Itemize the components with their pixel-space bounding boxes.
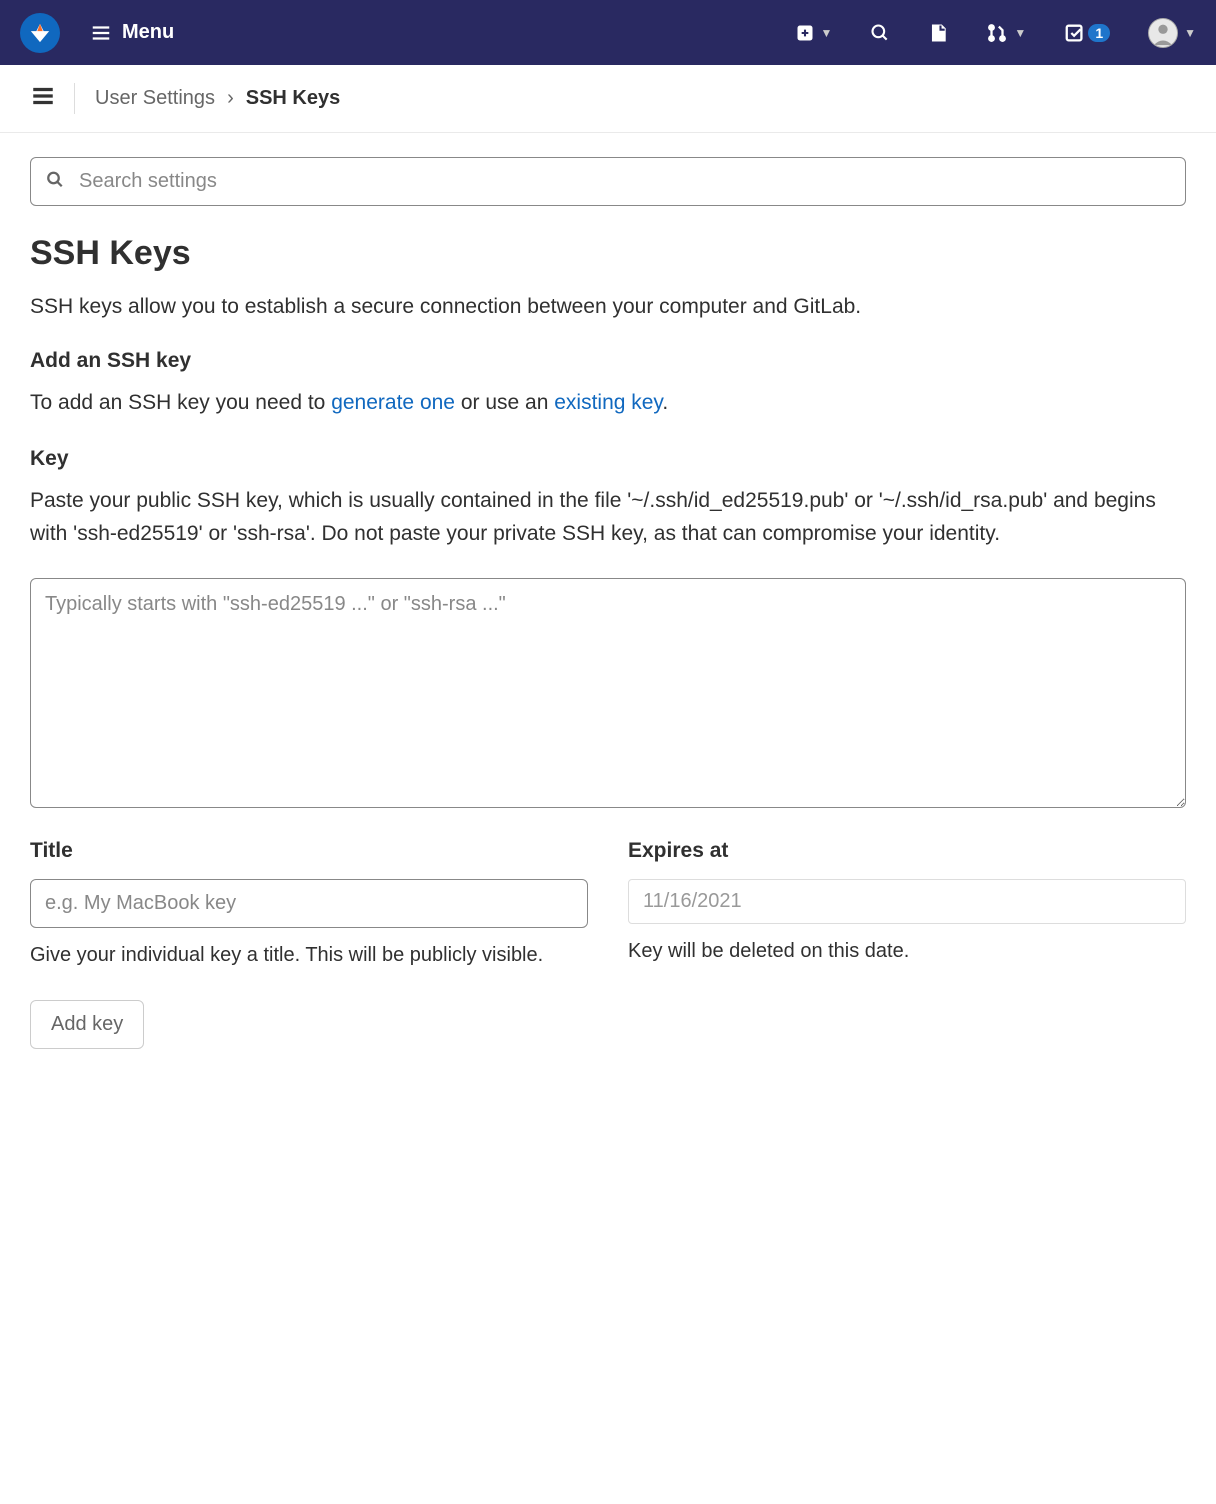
chevron-down-icon: ▼ (1014, 26, 1026, 40)
issues-link[interactable] (928, 22, 948, 44)
search-settings-container (30, 157, 1186, 206)
expires-input[interactable] (628, 879, 1186, 924)
add-key-button[interactable]: Add key (30, 1000, 144, 1049)
search-icon (46, 170, 64, 193)
chevron-down-icon: ▼ (821, 26, 833, 40)
title-input[interactable] (30, 879, 588, 928)
user-avatar (1148, 18, 1178, 48)
breadcrumb-parent[interactable]: User Settings (95, 87, 215, 110)
merge-requests-dropdown[interactable]: ▼ (986, 22, 1026, 44)
page-title: SSH Keys (30, 234, 1186, 273)
expires-label: Expires at (628, 839, 1186, 863)
title-label: Title (30, 839, 588, 863)
main-content: SSH Keys SSH keys allow you to establish… (0, 133, 1216, 1073)
generate-one-link[interactable]: generate one (331, 391, 455, 414)
existing-key-link[interactable]: existing key (554, 391, 662, 414)
menu-label: Menu (122, 21, 174, 44)
chevron-down-icon: ▼ (1184, 26, 1196, 40)
todo-icon (1064, 22, 1086, 44)
todos-link[interactable]: 1 (1064, 22, 1110, 44)
search-button[interactable] (870, 23, 890, 43)
expires-field-group: Expires at Key will be deleted on this d… (628, 839, 1186, 970)
subheader: User Settings › SSH Keys (0, 65, 1216, 133)
breadcrumb-current: SSH Keys (246, 87, 341, 110)
avatar-icon (1149, 18, 1177, 48)
breadcrumb: User Settings › SSH Keys (95, 87, 340, 110)
merge-request-icon (986, 22, 1008, 44)
key-heading: Key (30, 447, 1186, 471)
title-help: Give your individual key a title. This w… (30, 940, 588, 970)
page-description: SSH keys allow you to establish a secure… (30, 291, 1186, 323)
search-settings-input[interactable] (30, 157, 1186, 206)
gitlab-logo[interactable] (20, 13, 60, 53)
breadcrumb-separator: › (227, 87, 234, 110)
hamburger-icon (30, 83, 56, 109)
top-navbar: Menu ▼ ▼ 1 ▼ (0, 0, 1216, 65)
expires-help: Key will be deleted on this date. (628, 936, 1186, 966)
search-icon (870, 23, 890, 43)
create-new-dropdown[interactable]: ▼ (795, 23, 833, 43)
key-textarea[interactable] (30, 578, 1186, 808)
key-description: Paste your public SSH key, which is usua… (30, 485, 1186, 550)
user-menu-dropdown[interactable]: ▼ (1148, 18, 1196, 48)
plus-square-icon (795, 23, 815, 43)
hamburger-icon (90, 22, 112, 44)
add-key-heading: Add an SSH key (30, 349, 1186, 373)
menu-button[interactable]: Menu (90, 21, 174, 44)
todo-count-badge: 1 (1088, 24, 1110, 42)
sidebar-toggle[interactable] (30, 83, 75, 114)
tanuki-icon (29, 22, 51, 44)
add-key-text: To add an SSH key you need to generate o… (30, 387, 1186, 420)
title-field-group: Title Give your individual key a title. … (30, 839, 588, 970)
issues-icon (928, 22, 948, 44)
